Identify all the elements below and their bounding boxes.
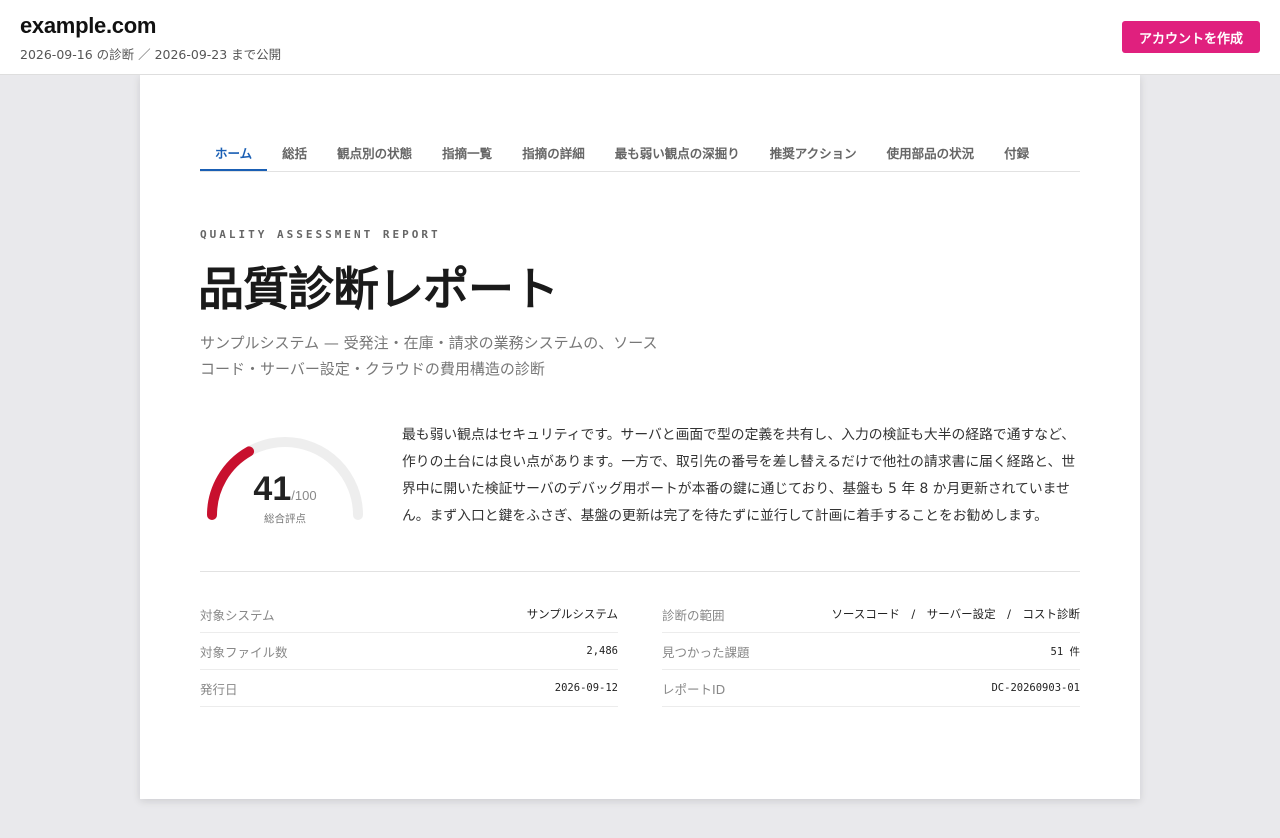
meta-row: レポートID DC-20260903-01 xyxy=(662,670,1080,707)
tab-components[interactable]: 使用部品の状況 xyxy=(872,134,990,171)
tab-weakest-deep-dive[interactable]: 最も弱い観点の深掘り xyxy=(600,134,755,171)
report-description: サンプルシステム — 受発注・在庫・請求の業務システムの、ソースコード・サーバー… xyxy=(200,334,658,378)
meta-value: 2,486 xyxy=(586,645,618,657)
tab-summary[interactable]: 総括 xyxy=(267,134,322,171)
meta-value: 51 件 xyxy=(1050,645,1080,658)
tab-recommended-actions[interactable]: 推奨アクション xyxy=(755,134,872,171)
meta-key: 見つかった課題 xyxy=(662,644,750,660)
score-label: 総合評点 xyxy=(264,513,306,525)
tab-findings-list[interactable]: 指摘一覧 xyxy=(427,134,507,171)
meta-value: ソースコード / サーバー設定 / コスト診断 xyxy=(831,607,1080,621)
tab-findings-detail[interactable]: 指摘の詳細 xyxy=(507,134,600,171)
tab-appendix[interactable]: 付録 xyxy=(989,134,1044,171)
meta-key: 発行日 xyxy=(200,681,238,697)
meta-key: 診断の範囲 xyxy=(662,607,725,623)
diagnosis-date-line: 2026-09-16 の診断 ／ 2026-09-23 まで公開 xyxy=(20,47,282,62)
site-name: example.com xyxy=(20,13,157,38)
top-bar: example.com 2026-09-16 の診断 ／ 2026-09-23 … xyxy=(0,0,1280,75)
score-gauge: 41/100 総合評点 xyxy=(200,435,370,535)
score-value: 41 xyxy=(253,470,292,508)
meta-value: サンプルシステム xyxy=(526,607,618,621)
summary-text: 最も弱い観点はセキュリティです。サーバと画面で型の定義を共有し、入力の検証も大半… xyxy=(402,427,1076,524)
meta-row: 発行日 2026-09-12 xyxy=(200,670,618,707)
meta-value: DC-20260903-01 xyxy=(991,682,1080,694)
meta-row: 対象システム サンプルシステム xyxy=(200,596,618,633)
meta-list-right: 診断の範囲 ソースコード / サーバー設定 / コスト診断 見つかった課題 51… xyxy=(662,596,1080,707)
score-readout: 41/100 xyxy=(200,470,370,509)
create-account-button[interactable]: アカウントを作成 xyxy=(1122,21,1260,53)
report-tabs: ホーム 総括 観点別の状態 指摘一覧 指摘の詳細 最も弱い観点の深掘り 推奨アク… xyxy=(200,134,1080,172)
meta-row: 対象ファイル数 2,486 xyxy=(200,633,618,670)
meta-key: 対象システム xyxy=(200,607,275,623)
meta-row: 診断の範囲 ソースコード / サーバー設定 / コスト診断 xyxy=(662,596,1080,633)
meta-key: 対象ファイル数 xyxy=(200,644,288,660)
meta-list-left: 対象システム サンプルシステム 対象ファイル数 2,486 発行日 2026-0… xyxy=(200,596,618,707)
meta-row: 見つかった課題 51 件 xyxy=(662,633,1080,670)
divider xyxy=(200,571,1080,572)
tab-home[interactable]: ホーム xyxy=(200,134,268,171)
page-title: 品質診断レポート xyxy=(198,262,559,316)
report-page: ホーム 総括 観点別の状態 指摘一覧 指摘の詳細 最も弱い観点の深掘り 推奨アク… xyxy=(140,75,1140,799)
report-kicker: QUALITY ASSESSMENT REPORT xyxy=(200,228,441,241)
tab-aspects[interactable]: 観点別の状態 xyxy=(322,134,427,171)
meta-key: レポートID xyxy=(662,681,726,697)
score-max: /100 xyxy=(291,488,317,503)
meta-value: 2026-09-12 xyxy=(554,682,618,694)
